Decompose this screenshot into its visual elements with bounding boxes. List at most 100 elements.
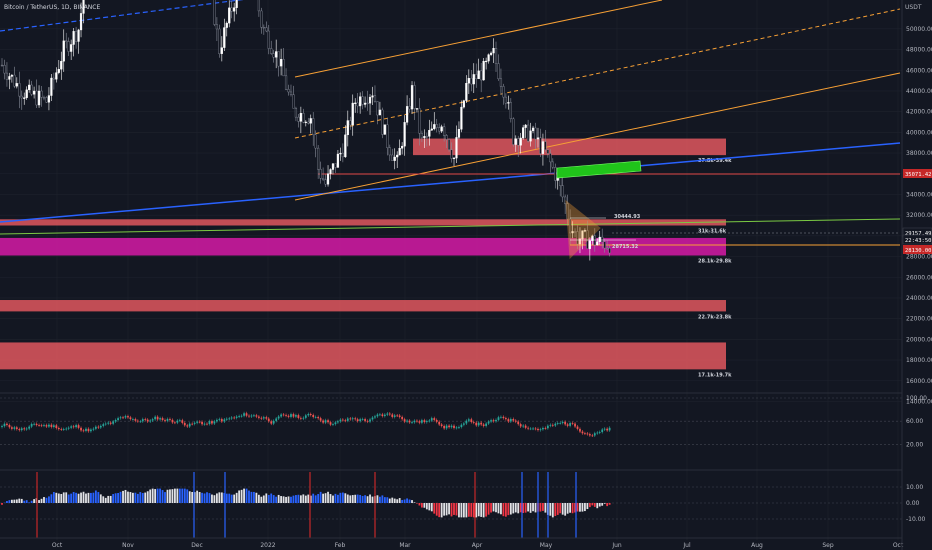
candle-body xyxy=(391,154,394,161)
rsi-bar xyxy=(282,414,285,416)
candle-body xyxy=(373,95,377,102)
candle-body xyxy=(551,161,554,168)
macd-histogram-bar xyxy=(398,498,401,503)
candle-body xyxy=(30,84,33,95)
rsi-bar xyxy=(428,420,431,422)
macd-histogram-bar xyxy=(13,499,16,503)
macd-histogram-bar xyxy=(45,497,48,503)
candle-body xyxy=(228,7,231,24)
rsi-bar xyxy=(485,423,488,426)
rsi-bar xyxy=(337,421,339,423)
macd-histogram-bar xyxy=(564,503,567,516)
candle-body xyxy=(531,127,535,132)
rsi-bar xyxy=(361,419,364,420)
candle-body xyxy=(482,61,485,81)
candle-body xyxy=(356,102,359,107)
rsi-bar xyxy=(386,413,389,415)
macd-histogram-bar xyxy=(487,503,490,515)
candle-body xyxy=(354,102,357,104)
candle-body xyxy=(15,83,18,87)
candle-body xyxy=(220,47,223,54)
candle-body xyxy=(608,247,611,254)
macd-histogram-bar xyxy=(196,490,199,503)
zone-rect xyxy=(0,300,726,312)
macd-histogram-bar xyxy=(453,503,455,515)
macd-histogram-bar xyxy=(430,503,433,512)
price-label-text: 22:43:50 xyxy=(905,238,932,244)
macd-histogram-bar xyxy=(423,503,426,508)
macd-histogram-bar xyxy=(356,494,359,503)
candle-body xyxy=(265,27,268,32)
macd-histogram-bar xyxy=(421,503,423,508)
candle-body xyxy=(42,97,46,99)
rsi-bar xyxy=(176,420,179,423)
rsi-bar xyxy=(260,417,263,419)
macd-histogram-bar xyxy=(532,503,534,512)
rsi-bar xyxy=(393,415,396,417)
rsi-bar xyxy=(174,422,176,424)
macd-histogram-bar xyxy=(339,492,342,503)
rsi-bar xyxy=(262,417,265,419)
candle-body xyxy=(361,96,364,105)
rsi-bar xyxy=(70,426,73,428)
rsi-bar xyxy=(537,428,539,431)
macd-tick-label: 10.00 xyxy=(906,484,923,491)
candle-body xyxy=(28,84,31,91)
rsi-bar xyxy=(339,419,342,422)
macd-histogram-bar xyxy=(70,493,73,503)
rsi-bar xyxy=(544,427,547,429)
candle-body xyxy=(35,90,38,106)
macd-histogram-bar xyxy=(211,494,213,503)
rsi-bar xyxy=(55,425,58,429)
macd-histogram-bar xyxy=(337,494,339,503)
annotation-text: 30444.93 xyxy=(614,214,641,220)
macd-histogram-bar xyxy=(280,496,283,503)
macd-histogram-bar xyxy=(307,494,310,503)
macd-histogram-bar xyxy=(60,493,63,503)
macd-histogram-bar xyxy=(43,497,45,503)
rsi-bar xyxy=(450,425,453,428)
trading-chart[interactable]: 37.8k-39.4k 31k-31.6k 28.1k-29.8k 22.7k-23.… xyxy=(0,0,932,550)
macd-histogram-bar xyxy=(20,498,23,503)
rsi-bar xyxy=(354,418,357,420)
time-tick-label: Aug xyxy=(751,542,763,549)
time-tick-label: Mar xyxy=(399,542,411,549)
rsi-bar xyxy=(500,416,502,418)
candle-body xyxy=(398,148,401,156)
chart-canvas[interactable]: 37.8k-39.4k31k-31.6k28.1k-29.8k22.7k-23.… xyxy=(0,0,932,550)
candle-body xyxy=(8,76,11,80)
rsi-bar xyxy=(576,426,579,429)
macd-histogram-bar xyxy=(542,503,544,511)
macd-histogram-bar xyxy=(383,497,386,503)
rsi-bar xyxy=(235,416,238,418)
macd-histogram-bar xyxy=(40,498,43,503)
macd-histogram-bar xyxy=(344,493,347,503)
macd-histogram-bar xyxy=(77,493,80,503)
price-tick-label: 44000.00 xyxy=(906,88,932,95)
candle-body xyxy=(546,149,549,154)
candle-body xyxy=(25,89,28,98)
macd-histogram-bar xyxy=(391,497,394,503)
rsi-bar xyxy=(265,417,268,419)
candle-body xyxy=(524,124,527,128)
macd-histogram-bar xyxy=(591,503,594,506)
candle-body xyxy=(5,72,9,80)
macd-histogram-bar xyxy=(25,500,28,503)
rsi-bar xyxy=(480,422,483,425)
macd-histogram-bar xyxy=(551,503,554,518)
candle-body xyxy=(277,51,280,67)
macd-histogram-bar xyxy=(408,499,411,503)
candle-body xyxy=(324,179,327,185)
rsi-bar xyxy=(391,414,394,417)
rsi-bar xyxy=(102,424,105,426)
rsi-bar xyxy=(114,419,117,422)
price-tick-label: 42000.00 xyxy=(906,109,932,116)
macd-histogram-bar xyxy=(188,491,191,503)
rsi-bar xyxy=(132,419,134,420)
macd-histogram-bar xyxy=(588,503,591,508)
candle-body xyxy=(457,129,461,138)
rsi-bar xyxy=(309,414,312,415)
macd-histogram-bar xyxy=(23,500,26,503)
rsi-bar xyxy=(292,414,295,417)
rsi-bar xyxy=(443,425,446,429)
